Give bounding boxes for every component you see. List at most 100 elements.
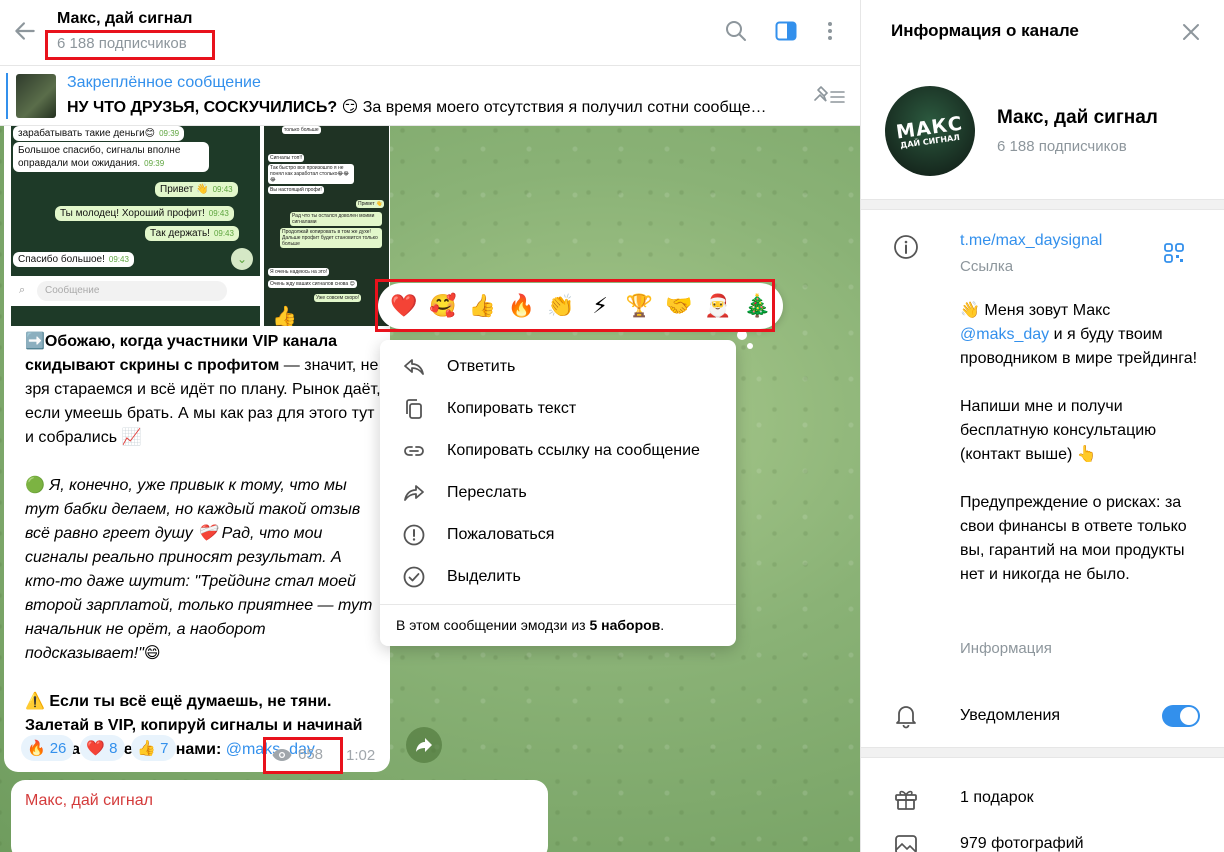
forward-icon (404, 485, 424, 501)
back-arrow-icon[interactable] (12, 18, 38, 44)
menu-forward[interactable]: Переслать (380, 472, 736, 514)
description-label: Информация (960, 640, 1052, 657)
reaction-heart[interactable]: ❤️ 8 (80, 735, 126, 761)
channel-description: 👋 Меня зовут Макс @maks_day и я буду тво… (960, 302, 1198, 583)
picker-lightning[interactable]: ⚡ (582, 293, 618, 319)
channel-name: Макс, дай сигнал (997, 107, 1158, 128)
sidebar-toggle-icon[interactable] (774, 19, 798, 43)
reply-icon (404, 359, 424, 375)
picker-heart[interactable]: ❤️ (386, 293, 422, 319)
photo-input-bar: ⌕ Сообщение (11, 276, 260, 306)
info-panel-title: Информация о канале (891, 21, 1079, 40)
picker-tree[interactable]: 🎄 (739, 293, 775, 319)
photos-item[interactable]: 979 фотографий (960, 835, 1084, 852)
message-text: ➡️Обожаю, когда участники VIP канала ски… (25, 330, 381, 786)
photo-message: Большое спасибо, сигналы вполне оправдал… (13, 142, 209, 172)
gifts-item[interactable]: 1 подарок (960, 789, 1034, 807)
photo-message: Я очень надеюсь на это! (268, 268, 330, 276)
photo-message: Уже совсем скоро! (314, 294, 362, 302)
menu-emoji-sets-note[interactable]: В этом сообщении эмодзи из 5 наборов. (396, 617, 664, 633)
photo-message: Так держать! 09:43 (145, 226, 239, 241)
menu-select[interactable]: Выделить (380, 556, 736, 598)
notifications-toggle[interactable] (1162, 705, 1200, 727)
context-menu: Ответить Копировать текст Копировать ссы… (380, 340, 736, 646)
message-time: 1:02 (346, 747, 376, 764)
menu-select-label: Выделить (447, 568, 521, 585)
menu-copy-link-label: Копировать ссылку на сообщение (447, 442, 700, 459)
chat-pane: зарабатывать такие деньги😊 09:39 Большое … (0, 0, 860, 852)
menu-report[interactable]: Пожаловаться (380, 514, 736, 556)
menu-forward-label: Переслать (447, 484, 527, 501)
reaction-thumbs-up[interactable]: 👍 7 (131, 735, 177, 761)
photo-message: Так быстро все произошло я не понял как … (268, 164, 354, 184)
menu-report-label: Пожаловаться (447, 526, 555, 543)
link-icon (404, 446, 424, 456)
qr-code-icon[interactable] (1163, 242, 1185, 264)
photo-message: Спасибо большое! 09:43 (13, 252, 134, 267)
menu-copy-link[interactable]: Копировать ссылку на сообщение (380, 430, 736, 472)
channel-info-pane: Информация о канале МАКС ДАЙ СИГНАЛ Макс… (860, 0, 1224, 852)
chat-subscribers: 6 188 подписчиков (57, 35, 187, 52)
photo-message: зарабатывать такие деньги😊 09:39 (13, 126, 185, 141)
message-paragraph-2: 🟢 Я, конечно, уже привык к тому, что мы … (25, 477, 373, 662)
photo-message: Рад что ты остался доволен моими сигнала… (290, 212, 382, 226)
picker-smiling-hearts[interactable]: 🥰 (425, 293, 461, 319)
picker-trophy[interactable]: 🏆 (621, 293, 657, 319)
picker-tail (747, 343, 753, 349)
photo-message: только больше (282, 126, 321, 134)
photo-input-placeholder: Сообщение (37, 281, 227, 301)
channel-link[interactable]: t.me/max_daysignal (960, 232, 1102, 250)
menu-reply[interactable]: Ответить (380, 346, 736, 388)
next-message-author: Макс, дай сигнал (25, 792, 153, 809)
close-icon[interactable] (1179, 20, 1203, 44)
about-mention-link[interactable]: @maks_day (960, 326, 1049, 343)
notifications-label: Уведомления (960, 707, 1061, 724)
thumbs-up-icon: 👍 (272, 306, 297, 326)
picker-santa[interactable]: 🎅 (700, 293, 736, 319)
warning-circle-icon (403, 524, 425, 546)
menu-copy-text-label: Копировать текст (447, 400, 577, 417)
pinned-thumbnail (16, 74, 56, 118)
menu-reply-label: Ответить (447, 358, 516, 375)
message-reactions: 🔥 26 ❤️ 8 👍 7 (21, 735, 177, 761)
reaction-fire[interactable]: 🔥 26 (21, 735, 75, 761)
picker-thumbs-up[interactable]: 👍 (464, 293, 500, 319)
more-vertical-icon[interactable] (818, 19, 842, 43)
eye-icon (272, 748, 292, 761)
bell-icon (896, 706, 916, 729)
message-paragraph-1: ➡️Обожаю, когда участники VIP канала ски… (25, 333, 381, 446)
channel-subscribers: 6 188 подписчиков (997, 138, 1127, 155)
picker-fire[interactable]: 🔥 (504, 293, 540, 319)
pinned-text: НУ ЧТО ДРУЗЬЯ, СОСКУЧИЛИСЬ? 😏 За время м… (67, 99, 767, 116)
picker-tail (737, 330, 747, 340)
photo-message: Сигналы топ!! (268, 154, 305, 162)
menu-copy-text[interactable]: Копировать текст (380, 388, 736, 430)
picker-clap[interactable]: 👏 (543, 293, 579, 319)
chat-title[interactable]: Макс, дай сигнал (57, 10, 192, 28)
message-views: 658 (272, 746, 323, 763)
picker-handshake[interactable]: 🤝 (661, 293, 697, 319)
photo-message: Привет 👋 (356, 200, 385, 208)
photo-message: Привет 👋 09:43 (155, 182, 238, 197)
check-circle-icon (403, 566, 425, 588)
attached-photo-1[interactable]: зарабатывать такие деньги😊 09:39 Большое … (11, 126, 260, 326)
channel-avatar[interactable]: МАКС ДАЙ СИГНАЛ (885, 86, 975, 176)
pinned-title: Закреплённое сообщение (67, 74, 261, 91)
channel-link-label: Ссылка (960, 258, 1014, 275)
share-button[interactable] (406, 727, 442, 763)
next-message-bubble[interactable] (11, 780, 548, 852)
gift-icon (895, 790, 917, 810)
scroll-down-icon: ⌄ (231, 248, 253, 270)
reaction-picker: ❤️ 🥰 👍 🔥 👏 ⚡ 🏆 🤝 🎅 🎄 (378, 283, 783, 329)
attached-photo-2[interactable]: только больше Сигналы топ!! Так быстро в… (264, 126, 389, 326)
photos-icon (895, 835, 917, 852)
pinned-message-bar[interactable]: Закреплённое сообщение НУ ЧТО ДРУЗЬЯ, СО… (0, 66, 860, 126)
chat-header[interactable]: Макс, дай сигнал 6 188 подписчиков (0, 0, 860, 66)
search-icon[interactable] (724, 19, 748, 43)
photo-message: Продолжай копировать в том же духе! Даль… (280, 228, 382, 248)
photo-message: Очень жду ваших сигналов снова 😊 (268, 280, 357, 288)
copy-icon (406, 399, 422, 419)
views-count: 658 (298, 746, 324, 763)
pinned-list-icon[interactable] (812, 84, 846, 108)
photo-message: Вы настоящий профи! (268, 186, 324, 194)
